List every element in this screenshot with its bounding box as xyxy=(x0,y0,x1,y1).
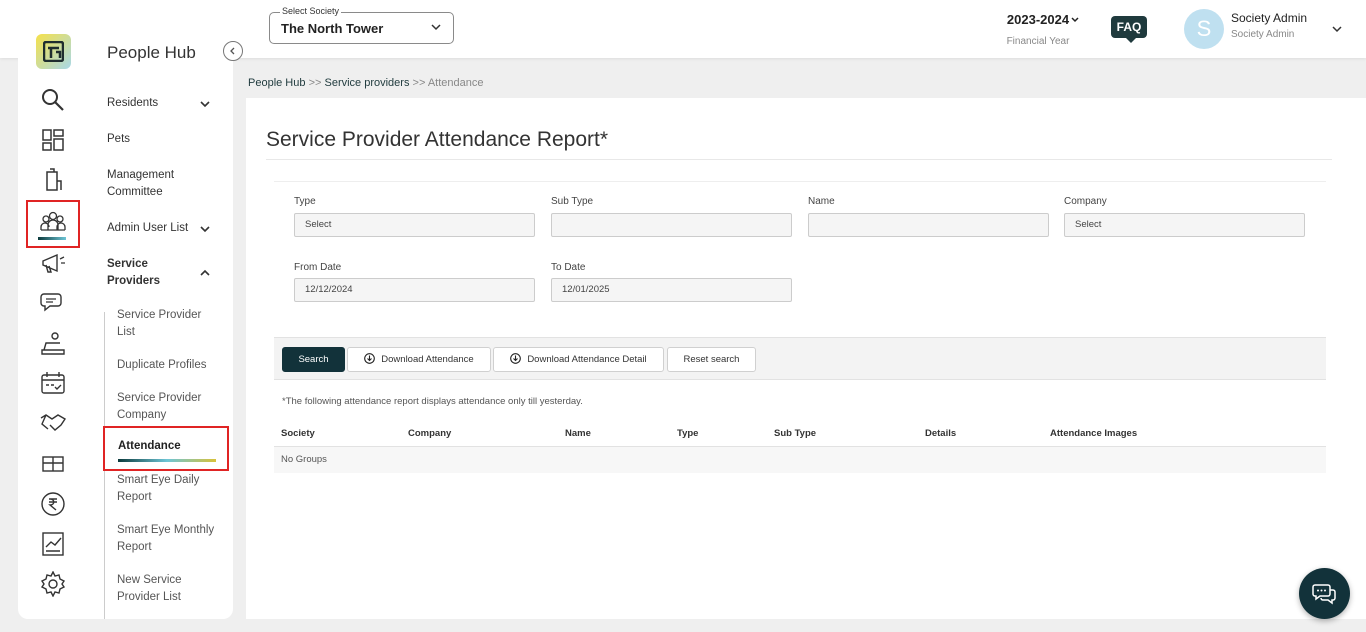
type-label: Type xyxy=(294,196,316,207)
settings-icon[interactable] xyxy=(40,570,66,598)
submenu-item-service-provider-company[interactable]: Service Provider Company xyxy=(117,390,217,424)
sidebar-item-management-committee[interactable]: Management Committee xyxy=(107,167,197,201)
amenities-icon[interactable] xyxy=(40,451,66,477)
to-date-label: To Date xyxy=(551,262,586,273)
sidebar-item-residents[interactable]: Residents xyxy=(107,95,158,112)
chevron-down-icon[interactable] xyxy=(199,98,211,110)
chevron-down-icon[interactable] xyxy=(1331,23,1343,35)
divider xyxy=(266,159,1332,160)
faq-button[interactable]: FAQ xyxy=(1111,16,1147,43)
user-role: Society Admin xyxy=(1231,29,1295,40)
submenu-item-duplicate-profiles[interactable]: Duplicate Profiles xyxy=(117,357,227,374)
submenu-item-new-service-provider-list[interactable]: New Service Provider List xyxy=(117,572,197,606)
active-underline xyxy=(118,459,216,462)
chat-icon xyxy=(1312,584,1336,605)
dashboard-grid-icon[interactable] xyxy=(40,127,66,153)
chevron-up-icon[interactable] xyxy=(199,267,211,279)
download-attendance-label: Download Attendance xyxy=(381,354,474,365)
from-date-field[interactable]: 12/12/2024 xyxy=(294,278,535,302)
submenu-item-attendance[interactable]: Attendance xyxy=(103,426,229,471)
faq-bubble-tail xyxy=(1126,38,1136,43)
avatar[interactable]: S xyxy=(1184,9,1224,49)
chevron-down-icon[interactable] xyxy=(199,223,211,235)
collapse-sidebar-button[interactable] xyxy=(223,41,243,61)
handshake-icon[interactable] xyxy=(40,410,66,436)
sidebar: People Hub Residents Pets Management Com… xyxy=(18,14,243,619)
sidebar-item-service-providers[interactable]: Service Providers xyxy=(107,256,177,290)
download-attendance-detail-button[interactable]: Download Attendance Detail xyxy=(493,347,664,372)
type-select[interactable]: Select xyxy=(294,213,535,237)
faq-label: FAQ xyxy=(1111,16,1147,38)
society-select[interactable]: Select Society The North Tower xyxy=(269,6,454,44)
empty-table-message: No Groups xyxy=(281,454,327,465)
column-header-sub-type[interactable]: Sub Type xyxy=(774,428,816,439)
search-button[interactable]: Search xyxy=(282,347,345,372)
breadcrumb-service-providers[interactable]: Service providers xyxy=(324,77,409,89)
breadcrumb-separator: >> xyxy=(412,77,426,89)
breadcrumb-separator: >> xyxy=(308,77,322,89)
sidebar-title: People Hub xyxy=(107,43,196,62)
chevron-left-icon xyxy=(230,47,235,55)
submenu-item-service-provider-list[interactable]: Service Provider List xyxy=(117,307,217,341)
app-logo-icon[interactable] xyxy=(36,34,71,69)
name-label: Name xyxy=(808,196,835,207)
column-header-attendance-images[interactable]: Attendance Images xyxy=(1050,428,1137,439)
download-attendance-button[interactable]: Download Attendance xyxy=(347,347,491,372)
announcement-icon[interactable] xyxy=(40,250,66,276)
financial-year-selector[interactable]: 2023-2024 Financial Year xyxy=(990,12,1086,47)
download-attendance-detail-label: Download Attendance Detail xyxy=(527,354,647,365)
page-title: Service Provider Attendance Report* xyxy=(266,128,609,151)
sidebar-item-pets[interactable]: Pets xyxy=(107,131,130,148)
reports-icon[interactable] xyxy=(40,531,66,557)
helpdesk-icon[interactable] xyxy=(40,330,66,356)
search-icon[interactable] xyxy=(40,87,66,113)
column-header-type[interactable]: Type xyxy=(677,428,698,439)
submenu-item-attendance-label: Attendance xyxy=(118,440,181,452)
chevron-down-icon xyxy=(431,24,441,31)
subtype-label: Sub Type xyxy=(551,196,594,207)
column-header-details[interactable]: Details xyxy=(925,428,956,439)
reset-search-button[interactable]: Reset search xyxy=(667,347,756,372)
company-select[interactable]: Select xyxy=(1064,213,1305,237)
action-toolbar: Search Download Attendance Download Atte… xyxy=(274,337,1326,380)
user-name[interactable]: Society Admin xyxy=(1231,11,1307,25)
rupee-icon[interactable] xyxy=(40,491,66,517)
breadcrumb: People Hub >> Service providers >> Atten… xyxy=(248,77,484,89)
to-date-field[interactable]: 12/01/2025 xyxy=(551,278,792,302)
messages-icon[interactable] xyxy=(40,290,66,316)
subtype-select[interactable] xyxy=(551,213,792,237)
column-header-society[interactable]: Society xyxy=(281,428,315,439)
download-icon xyxy=(510,353,522,364)
column-header-name[interactable]: Name xyxy=(565,428,591,439)
breadcrumb-attendance: Attendance xyxy=(427,77,484,89)
financial-year-caption: Financial Year xyxy=(1006,36,1070,47)
download-icon xyxy=(364,353,376,364)
column-header-company[interactable]: Company xyxy=(408,428,451,439)
people-hub-icon[interactable] xyxy=(40,209,66,235)
name-field[interactable] xyxy=(808,213,1049,237)
submenu-item-smart-eye-monthly-report[interactable]: Smart Eye Monthly Report xyxy=(117,522,221,556)
chat-button[interactable] xyxy=(1299,568,1350,619)
calendar-icon[interactable] xyxy=(40,370,66,396)
society-select-label: Select Society xyxy=(280,6,342,16)
society-select-value: The North Tower xyxy=(281,21,384,36)
breadcrumb-people-hub[interactable]: People Hub xyxy=(248,77,306,89)
building-icon[interactable] xyxy=(40,167,66,193)
company-label: Company xyxy=(1064,196,1107,207)
from-date-label: From Date xyxy=(294,262,342,273)
chevron-down-icon xyxy=(1071,17,1079,23)
attendance-note: *The following attendance report display… xyxy=(282,396,583,407)
sidebar-item-admin-user-list[interactable]: Admin User List xyxy=(107,220,188,237)
submenu-item-smart-eye-daily-report[interactable]: Smart Eye Daily Report xyxy=(117,472,212,506)
table-row: No Groups xyxy=(274,447,1326,473)
active-underline xyxy=(38,237,66,240)
